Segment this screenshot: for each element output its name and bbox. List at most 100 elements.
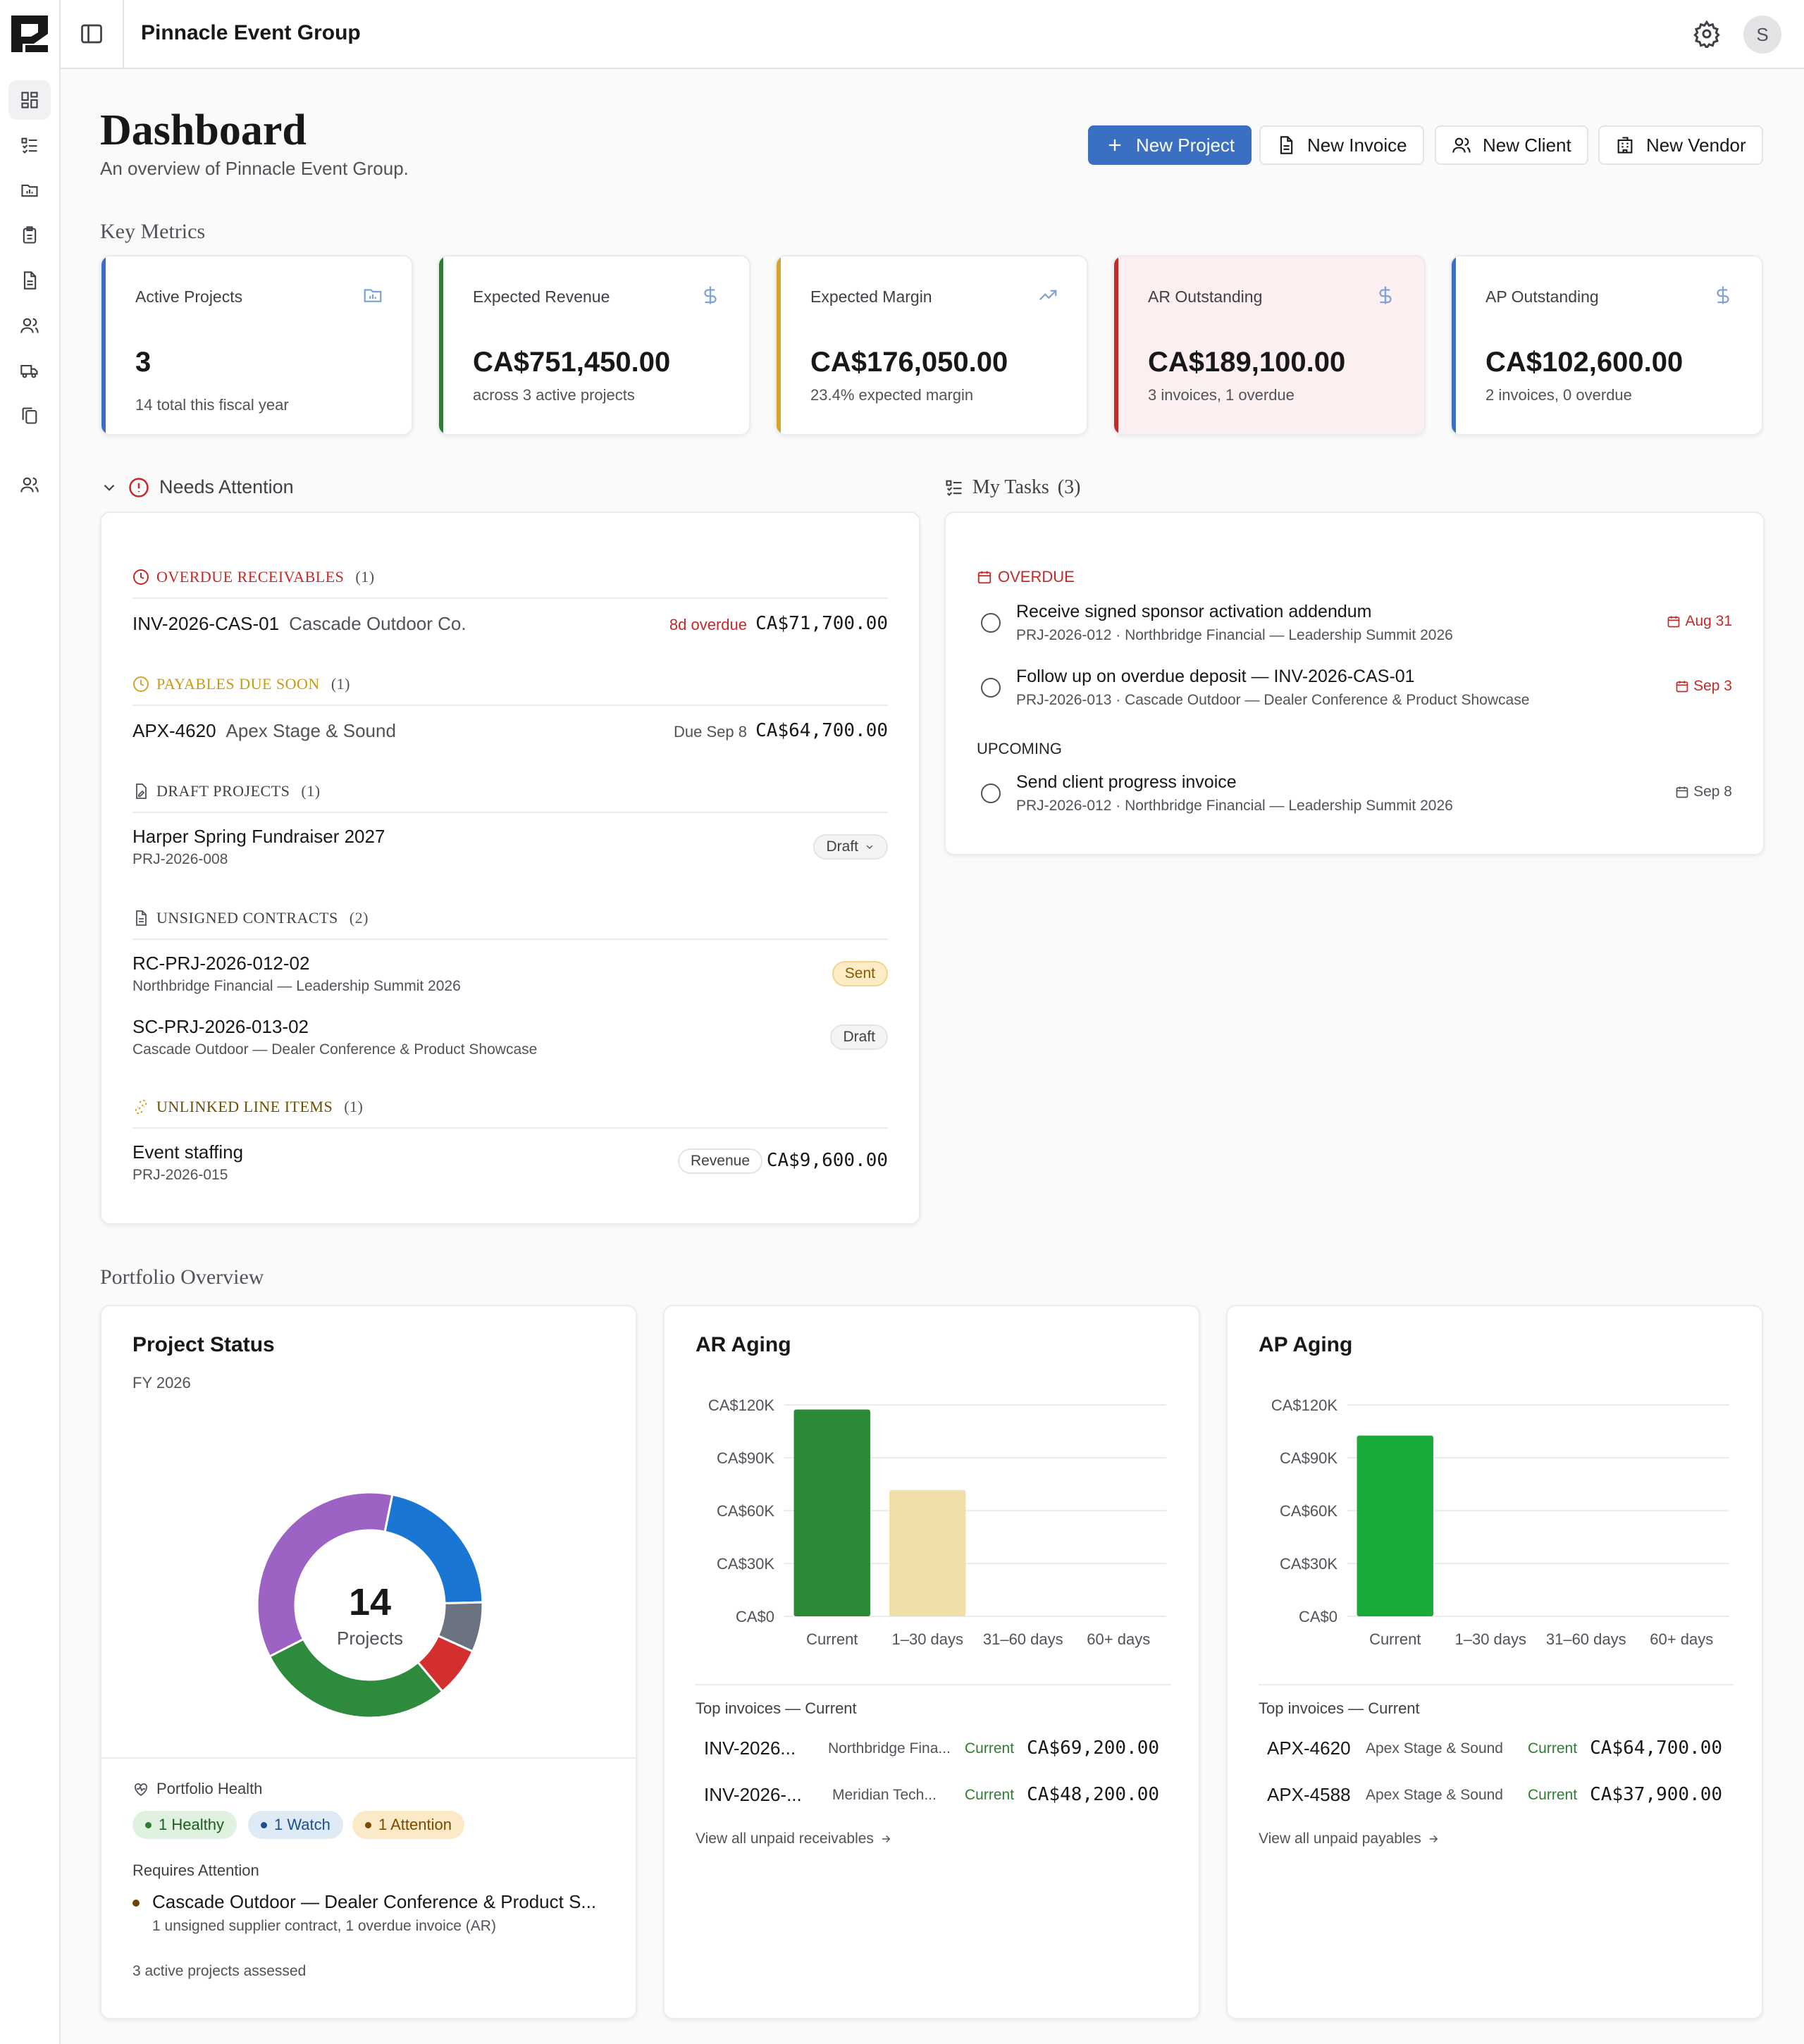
calendar-icon [1668,616,1680,628]
draft-status-dropdown[interactable]: Draft [813,834,888,860]
company-logo-icon[interactable] [8,13,51,55]
ap-invoice-id[interactable]: APX-4620 [1267,1738,1351,1759]
donut-slice-cancelled[interactable] [268,1637,444,1719]
new-client-button[interactable]: New Client [1435,125,1588,165]
avatar[interactable]: S [1743,16,1781,54]
truck-icon [20,364,38,378]
ar-invoice-amount: CA$48,200.00 [1027,1784,1159,1805]
metric-card-expected-revenue[interactable]: Expected Revenue CA$751,450.00 across 3 … [438,255,750,435]
divider [132,939,888,940]
donut-slice-active[interactable] [383,1493,484,1604]
contract-id[interactable]: RC-PRJ-2026-012-02 [132,953,309,974]
ar-invoice-id[interactable]: INV-2026-... [704,1784,802,1806]
nav-clients[interactable] [8,306,51,345]
unlinked-items-count: (1) [344,1098,364,1115]
nav-contracts[interactable] [8,216,51,255]
health-badge-attention[interactable]: 1 Attention [352,1811,464,1839]
nav-projects[interactable] [8,171,51,210]
needs-attention-label: Needs Attention [159,476,294,497]
ar-aging-bar-chart: CA$0 CA$30K CA$60K CA$90K CA$120K Current 1–30… [708,1396,1166,1648]
ap-chart-bar[interactable] [1357,1435,1433,1617]
task-title[interactable]: Send client progress invoice [1016,772,1237,793]
heart-pulse-icon [135,1783,147,1797]
payable-row[interactable]: APX-4620 Apex Stage & Sound [132,720,396,742]
ar-chart-xtick-label: 31–60 days [983,1630,1063,1648]
ap-aging-bar-chart: CA$0 CA$30K CA$60K CA$90K CA$120K Current 1–30… [1271,1396,1729,1648]
calendar-icon [1676,681,1688,693]
my-tasks-panel: OVERDUE Receive signed sponsor activatio… [944,512,1765,855]
metric-value: CA$751,450.00 [473,347,671,378]
nav-invoices[interactable] [8,261,51,300]
status-dot [365,1821,371,1828]
draft-status-label: Draft [826,838,858,855]
metric-card-ap-outstanding[interactable]: AP Outstanding CA$102,600.00 2 invoices,… [1450,255,1763,435]
requires-attention-project[interactable]: Cascade Outdoor — Dealer Conference & Pr… [152,1891,596,1913]
payable-amount: CA$64,700.00 [755,720,888,741]
ar-chart-bar[interactable] [793,1409,870,1617]
chevron-down-icon [104,484,115,491]
ar-chart-ytick-label: CA$30K [717,1555,774,1573]
status-dot [145,1821,152,1828]
metric-card-expected-margin[interactable]: Expected Margin CA$176,050.00 23.4% expe… [775,255,1088,435]
nav-vendors[interactable] [8,351,51,390]
calendar-alert-icon [977,571,991,584]
metric-value: CA$189,100.00 [1148,347,1346,378]
project-status-card: Project Status FY 2026 14 Projects Portfo… [100,1305,637,2019]
new-vendor-button[interactable]: New Vendor [1598,125,1763,165]
overdue-receivables-title: OVERDUE RECEIVABLES [156,568,345,586]
health-attention-label: 1 Attention [378,1816,452,1833]
metric-card-active-projects[interactable]: Active Projects 3 14 total this fiscal y… [100,255,413,435]
ap-invoice-id[interactable]: APX-4588 [1267,1784,1351,1806]
task-checkbox[interactable] [981,783,1001,803]
contract-id[interactable]: SC-PRJ-2026-013-02 [132,1016,309,1038]
task-checkbox[interactable] [981,613,1001,633]
task-title[interactable]: Follow up on overdue deposit — INV-2026-… [1016,667,1415,687]
metric-sub: across 3 active projects [473,386,635,404]
ar-chart-bar[interactable] [889,1489,966,1616]
health-healthy-label: 1 Healthy [159,1816,224,1833]
new-project-label: New Project [1136,134,1235,156]
donut-center-label: Projects [337,1628,403,1649]
requires-attention-label: Requires Attention [132,1862,259,1879]
new-invoice-button[interactable]: New Invoice [1259,125,1424,165]
task-title[interactable]: Receive signed sponsor activation addend… [1016,602,1371,622]
metric-label: Expected Margin [810,287,932,306]
task-due-date-text: Sep 3 [1693,678,1732,694]
view-all-payables-link[interactable]: View all unpaid payables [1259,1831,1440,1847]
line-item-type-badge: Revenue [677,1148,762,1174]
metric-card-ar-outstanding[interactable]: AR Outstanding CA$189,100.00 3 invoices,… [1113,255,1426,435]
ap-chart-ytick-label: CA$120K [1271,1396,1338,1414]
overdue-amount: CA$71,700.00 [755,613,888,634]
nav-team[interactable] [8,465,51,504]
health-badge-healthy[interactable]: 1 Healthy [132,1811,237,1839]
ap-chart-xtick-label: 60+ days [1650,1630,1713,1648]
sidebar [0,0,61,2044]
ar-invoice-id[interactable]: INV-2026... [704,1738,796,1759]
sidebar-toggle-icon[interactable] [79,21,104,47]
draft-project-code: PRJ-2026-008 [132,851,228,867]
gear-icon[interactable] [1693,20,1721,48]
needs-attention-header[interactable]: Needs Attention [100,476,294,498]
nav-tasks[interactable] [8,125,51,165]
line-item-name[interactable]: Event staffing [132,1141,243,1163]
task-checkbox[interactable] [981,678,1001,698]
draft-projects-title: DRAFT PROJECTS [156,782,290,800]
nav-documents[interactable] [8,396,51,435]
ar-aging-title: AR Aging [696,1333,791,1356]
draft-project-name[interactable]: Harper Spring Fundraiser 2027 [132,826,385,848]
overdue-receivable-row[interactable]: INV-2026-CAS-01 Cascade Outdoor Co. [132,613,467,635]
new-vendor-label: New Vendor [1646,134,1746,156]
view-all-receivables-link[interactable]: View all unpaid receivables [696,1831,892,1847]
contract-status-badge: Sent [832,961,888,986]
nav-dashboard[interactable] [8,80,51,120]
ap-aging-title: AP Aging [1259,1333,1353,1356]
draft-projects-head: DRAFT PROJECTS (1) [132,782,321,800]
tasks-overdue-head: OVERDUE [977,568,1075,586]
ar-invoice-amount: CA$69,200.00 [1027,1738,1159,1759]
payables-due-count: (1) [330,675,350,693]
new-project-button[interactable]: New Project [1088,125,1252,165]
line-item-amount: CA$9,600.00 [766,1150,888,1171]
ap-invoice-status: Current [1528,1740,1578,1757]
task-due-date: Sep 8 [1675,783,1732,800]
health-badge-watch[interactable]: 1 Watch [248,1811,343,1839]
